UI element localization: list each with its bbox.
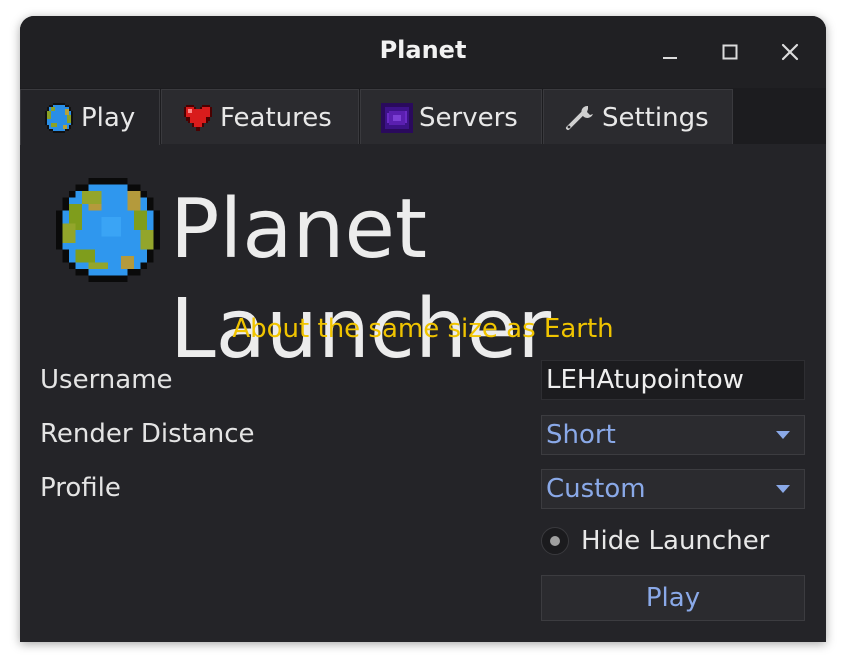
tab-play[interactable]: Play: [20, 89, 160, 145]
close-icon[interactable]: [776, 38, 804, 66]
tab-play-label: Play: [81, 103, 136, 133]
radio-dot: [550, 536, 560, 546]
hide-launcher-radio[interactable]: [541, 527, 569, 555]
profile-value: Custom: [546, 474, 646, 504]
planet-logo-icon: [56, 178, 160, 282]
play-button[interactable]: Play: [541, 575, 805, 621]
username-label: Username: [40, 365, 173, 395]
username-field[interactable]: LEHAtupointow: [541, 360, 805, 400]
play-tab-content: Planet Launcher About the same size as E…: [20, 144, 826, 642]
hide-launcher-label[interactable]: Hide Launcher: [581, 524, 769, 558]
chevron-down-icon: [776, 484, 790, 494]
planet-icon: [43, 103, 75, 133]
profile-select[interactable]: Custom: [541, 469, 805, 509]
tab-servers-label: Servers: [419, 103, 518, 133]
wrench-icon: [564, 103, 596, 133]
app-subtitle: About the same size as Earth: [232, 314, 614, 344]
app-title: Planet Launcher: [170, 182, 552, 377]
render-distance-select[interactable]: Short: [541, 415, 805, 455]
heart-icon: [182, 103, 214, 133]
launcher-window: Planet Play Features Servers Settings Pl…: [20, 16, 826, 642]
tab-features[interactable]: Features: [161, 89, 359, 144]
tab-settings[interactable]: Settings: [543, 89, 733, 144]
window-title: Planet: [379, 36, 467, 64]
maximize-icon[interactable]: [716, 38, 744, 66]
tab-features-label: Features: [220, 103, 332, 133]
portal-icon: [381, 103, 413, 133]
minimize-icon[interactable]: [656, 38, 684, 66]
tab-settings-label: Settings: [602, 103, 709, 133]
tab-servers[interactable]: Servers: [360, 89, 542, 144]
title-bar[interactable]: Planet: [20, 16, 826, 88]
render-distance-value: Short: [546, 420, 616, 450]
render-distance-label: Render Distance: [40, 419, 255, 449]
profile-label: Profile: [40, 473, 121, 503]
tab-bar: Play Features Servers Settings: [20, 88, 826, 145]
chevron-down-icon: [776, 430, 790, 440]
